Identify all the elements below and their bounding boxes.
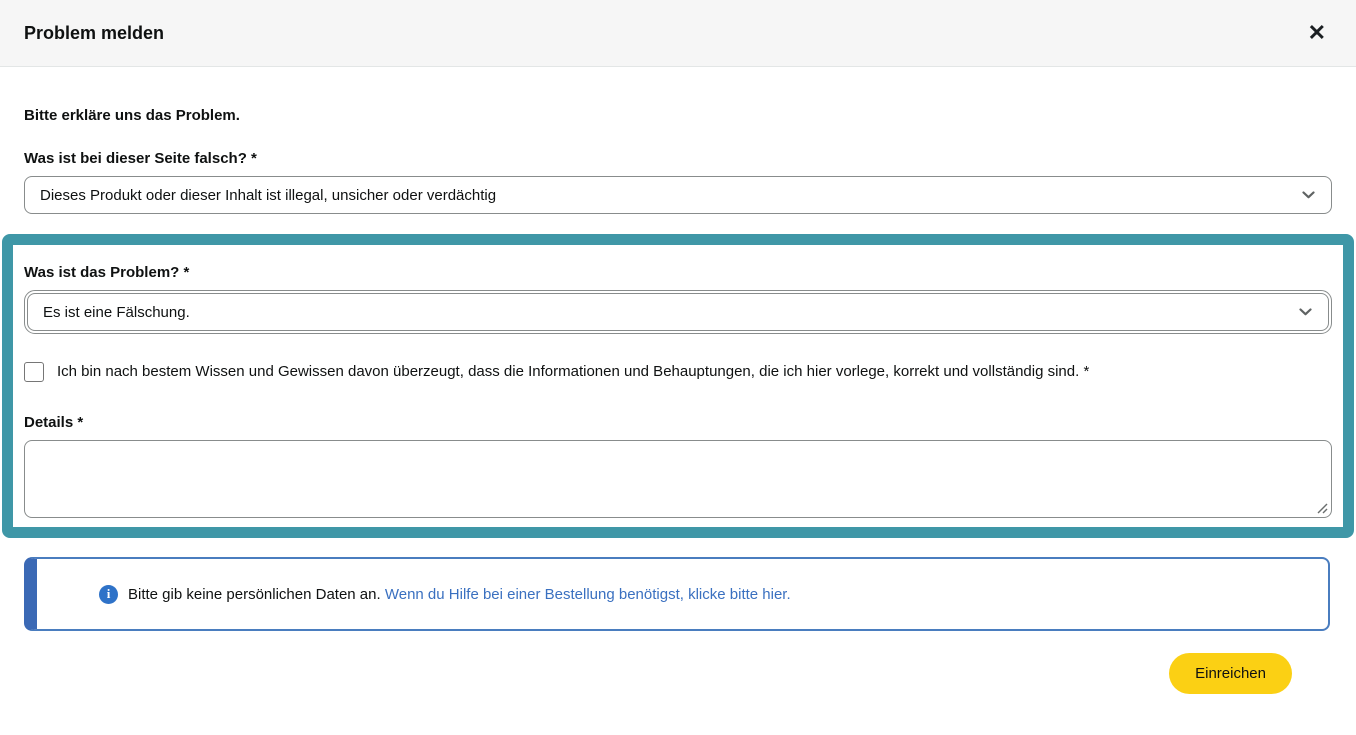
highlight-annotation-box: Was ist das Problem? * Es ist eine Fälsc… <box>2 234 1354 538</box>
details-textarea-wrap <box>24 440 1332 518</box>
modal-header: Problem melden ✕ <box>0 0 1356 67</box>
submit-button[interactable]: Einreichen <box>1169 653 1292 694</box>
modal-title: Problem melden <box>24 23 164 44</box>
intro-text: Bitte erkläre uns das Problem. <box>24 107 1332 124</box>
page-issue-select[interactable]: Dieses Produkt oder dieser Inhalt ist il… <box>24 176 1332 214</box>
resize-grip-icon[interactable] <box>1317 503 1328 514</box>
confirmation-row: Ich bin nach bestem Wissen und Gewissen … <box>24 360 1332 384</box>
details-label: Details * <box>24 414 1332 431</box>
order-help-link[interactable]: Wenn du Hilfe bei einer Bestellung benöt… <box>385 586 791 603</box>
details-textarea[interactable] <box>24 440 1332 518</box>
problem-select[interactable]: Es ist eine Fälschung. <box>27 293 1329 331</box>
modal-footer: Einreichen <box>24 631 1332 694</box>
privacy-notice: i Bitte gib keine persönlichen Daten an.… <box>24 557 1330 631</box>
confirmation-text: Ich bin nach bestem Wissen und Gewissen … <box>57 360 1089 384</box>
confirmation-checkbox[interactable] <box>24 362 44 382</box>
problem-select-focus-ring: Es ist eine Fälschung. <box>24 290 1332 334</box>
chevron-down-icon <box>1302 191 1315 199</box>
report-problem-modal: Problem melden ✕ Bitte erkläre uns das P… <box>0 0 1356 735</box>
notice-static-text: Bitte gib keine persönlichen Daten an. <box>128 586 381 603</box>
close-icon[interactable]: ✕ <box>1304 18 1330 48</box>
page-issue-selected-value: Dieses Produkt oder dieser Inhalt ist il… <box>40 187 496 204</box>
notice-text: Bitte gib keine persönlichen Daten an. W… <box>128 586 791 603</box>
modal-body: Bitte erkläre uns das Problem. Was ist b… <box>0 107 1356 694</box>
info-icon: i <box>99 585 118 604</box>
problem-label: Was ist das Problem? * <box>24 264 1332 281</box>
problem-selected-value: Es ist eine Fälschung. <box>43 304 190 321</box>
page-issue-label: Was ist bei dieser Seite falsch? * <box>24 150 1332 167</box>
chevron-down-icon <box>1299 308 1312 316</box>
